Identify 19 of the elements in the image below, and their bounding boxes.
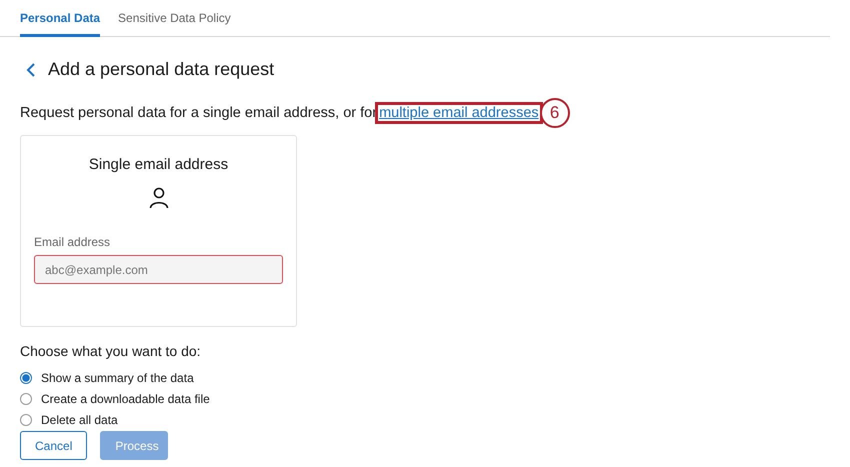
section-heading: Choose what you want to do: [20, 343, 202, 359]
cancel-button[interactable]: Cancel [20, 431, 88, 460]
option-label: Create a downloadable data file [41, 392, 210, 406]
radio-button[interactable] [20, 414, 32, 426]
back-icon[interactable] [26, 62, 36, 76]
intro-text: Request personal data for a single email address, or for [20, 105, 378, 121]
step-number: 6 [540, 98, 570, 128]
person-icon [148, 187, 168, 209]
tab[interactable]: Personal Data [20, 0, 100, 37]
card-title: Single email address [88, 156, 228, 173]
multiple-emails-link[interactable]: multiple email addresses [379, 105, 539, 121]
field-label: Email address [34, 235, 110, 249]
page-title: Add a personal data request [48, 59, 274, 80]
email-field[interactable]: abc@example.com [34, 255, 283, 284]
tab[interactable]: Sensitive Data Policy [118, 0, 231, 37]
radio-button[interactable] [20, 372, 32, 384]
option-label: Show a summary of the data [41, 371, 194, 385]
option-label: Delete all data [41, 413, 118, 427]
radio-button[interactable] [20, 393, 32, 405]
